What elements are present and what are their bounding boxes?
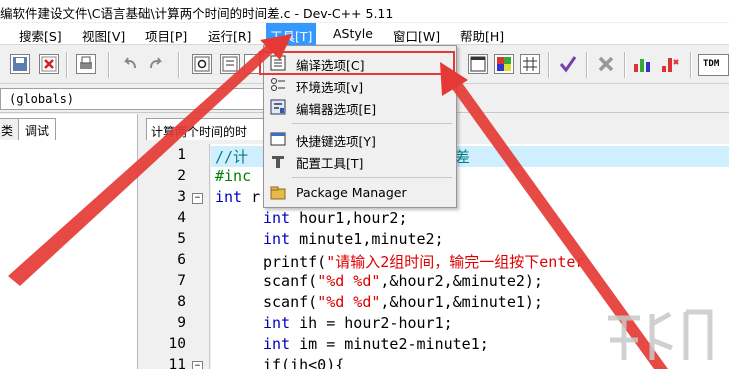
menu-project[interactable]: 项目[P] xyxy=(145,26,187,45)
menu-item-environment-options[interactable]: 环境选项[v] xyxy=(266,74,454,96)
editor-tab[interactable]: 计算两个时间的时 xyxy=(146,118,276,140)
print-icon[interactable] xyxy=(76,54,96,74)
menu-view[interactable]: 视图[V] xyxy=(82,26,125,45)
shortcut-options-icon xyxy=(270,131,286,147)
code-line-6: printf("请输入2组时间，输完一组按下enter xyxy=(263,253,585,271)
globals-combo[interactable]: (globals) xyxy=(0,88,270,110)
code-line-11: if(ih<0){ xyxy=(263,356,345,369)
window-icon[interactable] xyxy=(468,54,488,74)
code-line-4: int hour1,hour2; xyxy=(263,209,408,227)
check-icon[interactable] xyxy=(558,54,578,74)
menu-bar: 搜索[S] 视图[V] 项目[P] 运行[R] 工具[T] AStyle 窗口[… xyxy=(0,23,729,45)
code-line-7: scanf("%d %d",&hour2,&minute2); xyxy=(263,272,543,290)
menu-item-label: 快捷键选项[Y] xyxy=(296,134,376,149)
code-line-5: int minute1,minute2; xyxy=(263,230,444,248)
profile-icon[interactable] xyxy=(660,54,680,74)
code-line-8: scanf("%d %d",&hour1,&minute1); xyxy=(263,293,543,311)
fold-collapse-icon[interactable]: − xyxy=(192,193,203,204)
menu-astyle[interactable]: AStyle xyxy=(333,26,373,41)
find-icon[interactable] xyxy=(192,54,212,74)
line-number: 8 xyxy=(177,294,186,310)
project-panel: 类 调试 xyxy=(0,114,138,369)
undo-icon[interactable] xyxy=(120,54,140,74)
line-number: 5 xyxy=(177,231,186,247)
menu-item-label: 编辑器选项[E] xyxy=(296,102,377,117)
line-number: 2 xyxy=(177,168,186,184)
tab-classes[interactable]: 类 xyxy=(0,118,21,140)
delete-icon[interactable] xyxy=(596,54,616,74)
code-line-9: int ih = hour2-hour1; xyxy=(263,314,453,332)
line-number: 11 xyxy=(168,357,186,369)
code-line-1: //计 xyxy=(215,148,249,166)
menu-item-configure-tools[interactable]: 配置工具[T] xyxy=(266,150,454,172)
annotation-highlight-box xyxy=(259,51,455,75)
line-number: 7 xyxy=(177,273,186,289)
replace-icon[interactable] xyxy=(220,54,240,74)
code-line-1-tail: 差 xyxy=(455,148,471,166)
tile-icon[interactable] xyxy=(494,54,514,74)
line-number: 4 xyxy=(177,210,186,226)
editor-options-icon xyxy=(270,99,286,115)
code-line-3: int r xyxy=(215,188,261,206)
fold-collapse-icon[interactable]: − xyxy=(192,361,203,369)
line-number: 1 xyxy=(177,147,186,163)
menu-item-package-manager[interactable]: Package Manager xyxy=(266,182,454,204)
redo-icon[interactable] xyxy=(146,54,166,74)
line-number: 9 xyxy=(177,315,186,331)
compiler-select[interactable]: TDM xyxy=(698,54,729,76)
line-number: 6 xyxy=(177,252,186,268)
close-file-icon[interactable] xyxy=(39,54,59,74)
menu-run[interactable]: 运行[R] xyxy=(208,26,251,45)
tab-debug[interactable]: 调试 xyxy=(18,118,57,140)
menu-window[interactable]: 窗口[W] xyxy=(393,26,440,45)
watermark-logo xyxy=(608,309,713,360)
save-icon[interactable] xyxy=(10,54,30,74)
line-number: 10 xyxy=(168,336,186,352)
title-bar: 编软件建设文件\C语言基础\计算两个时间的时间差.c - Dev-C++ 5.1… xyxy=(0,0,729,22)
menu-item-label: Package Manager xyxy=(296,185,407,200)
menu-tools[interactable]: 工具[T] xyxy=(266,23,317,45)
code-line-2: #inc xyxy=(215,167,252,185)
code-line-10: int im = minute2-minute1; xyxy=(263,335,489,353)
grid-icon[interactable] xyxy=(520,54,540,74)
menu-search[interactable]: 搜索[S] xyxy=(19,26,62,45)
package-manager-icon xyxy=(270,185,286,201)
menu-item-editor-options[interactable]: 编辑器选项[E] xyxy=(266,96,454,118)
menu-item-label: 环境选项[v] xyxy=(296,80,364,95)
environment-options-icon xyxy=(270,77,286,93)
menu-item-label: 配置工具[T] xyxy=(296,156,364,171)
window-title: 编软件建设文件\C语言基础\计算两个时间的时间差.c - Dev-C++ 5.1… xyxy=(0,6,394,21)
menu-item-shortcut-options[interactable]: 快捷键选项[Y] xyxy=(266,128,454,150)
menu-help[interactable]: 帮助[H] xyxy=(460,26,504,45)
line-number: 3 xyxy=(177,189,186,205)
configure-tools-icon xyxy=(270,153,286,169)
chart-icon[interactable] xyxy=(632,54,652,74)
